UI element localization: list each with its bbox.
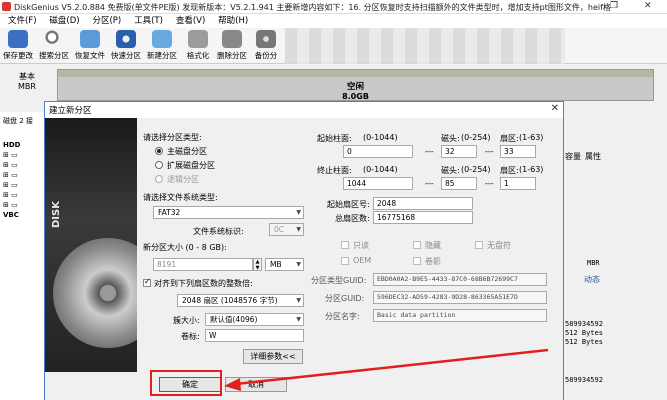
red-arrow-icon (224, 348, 549, 391)
